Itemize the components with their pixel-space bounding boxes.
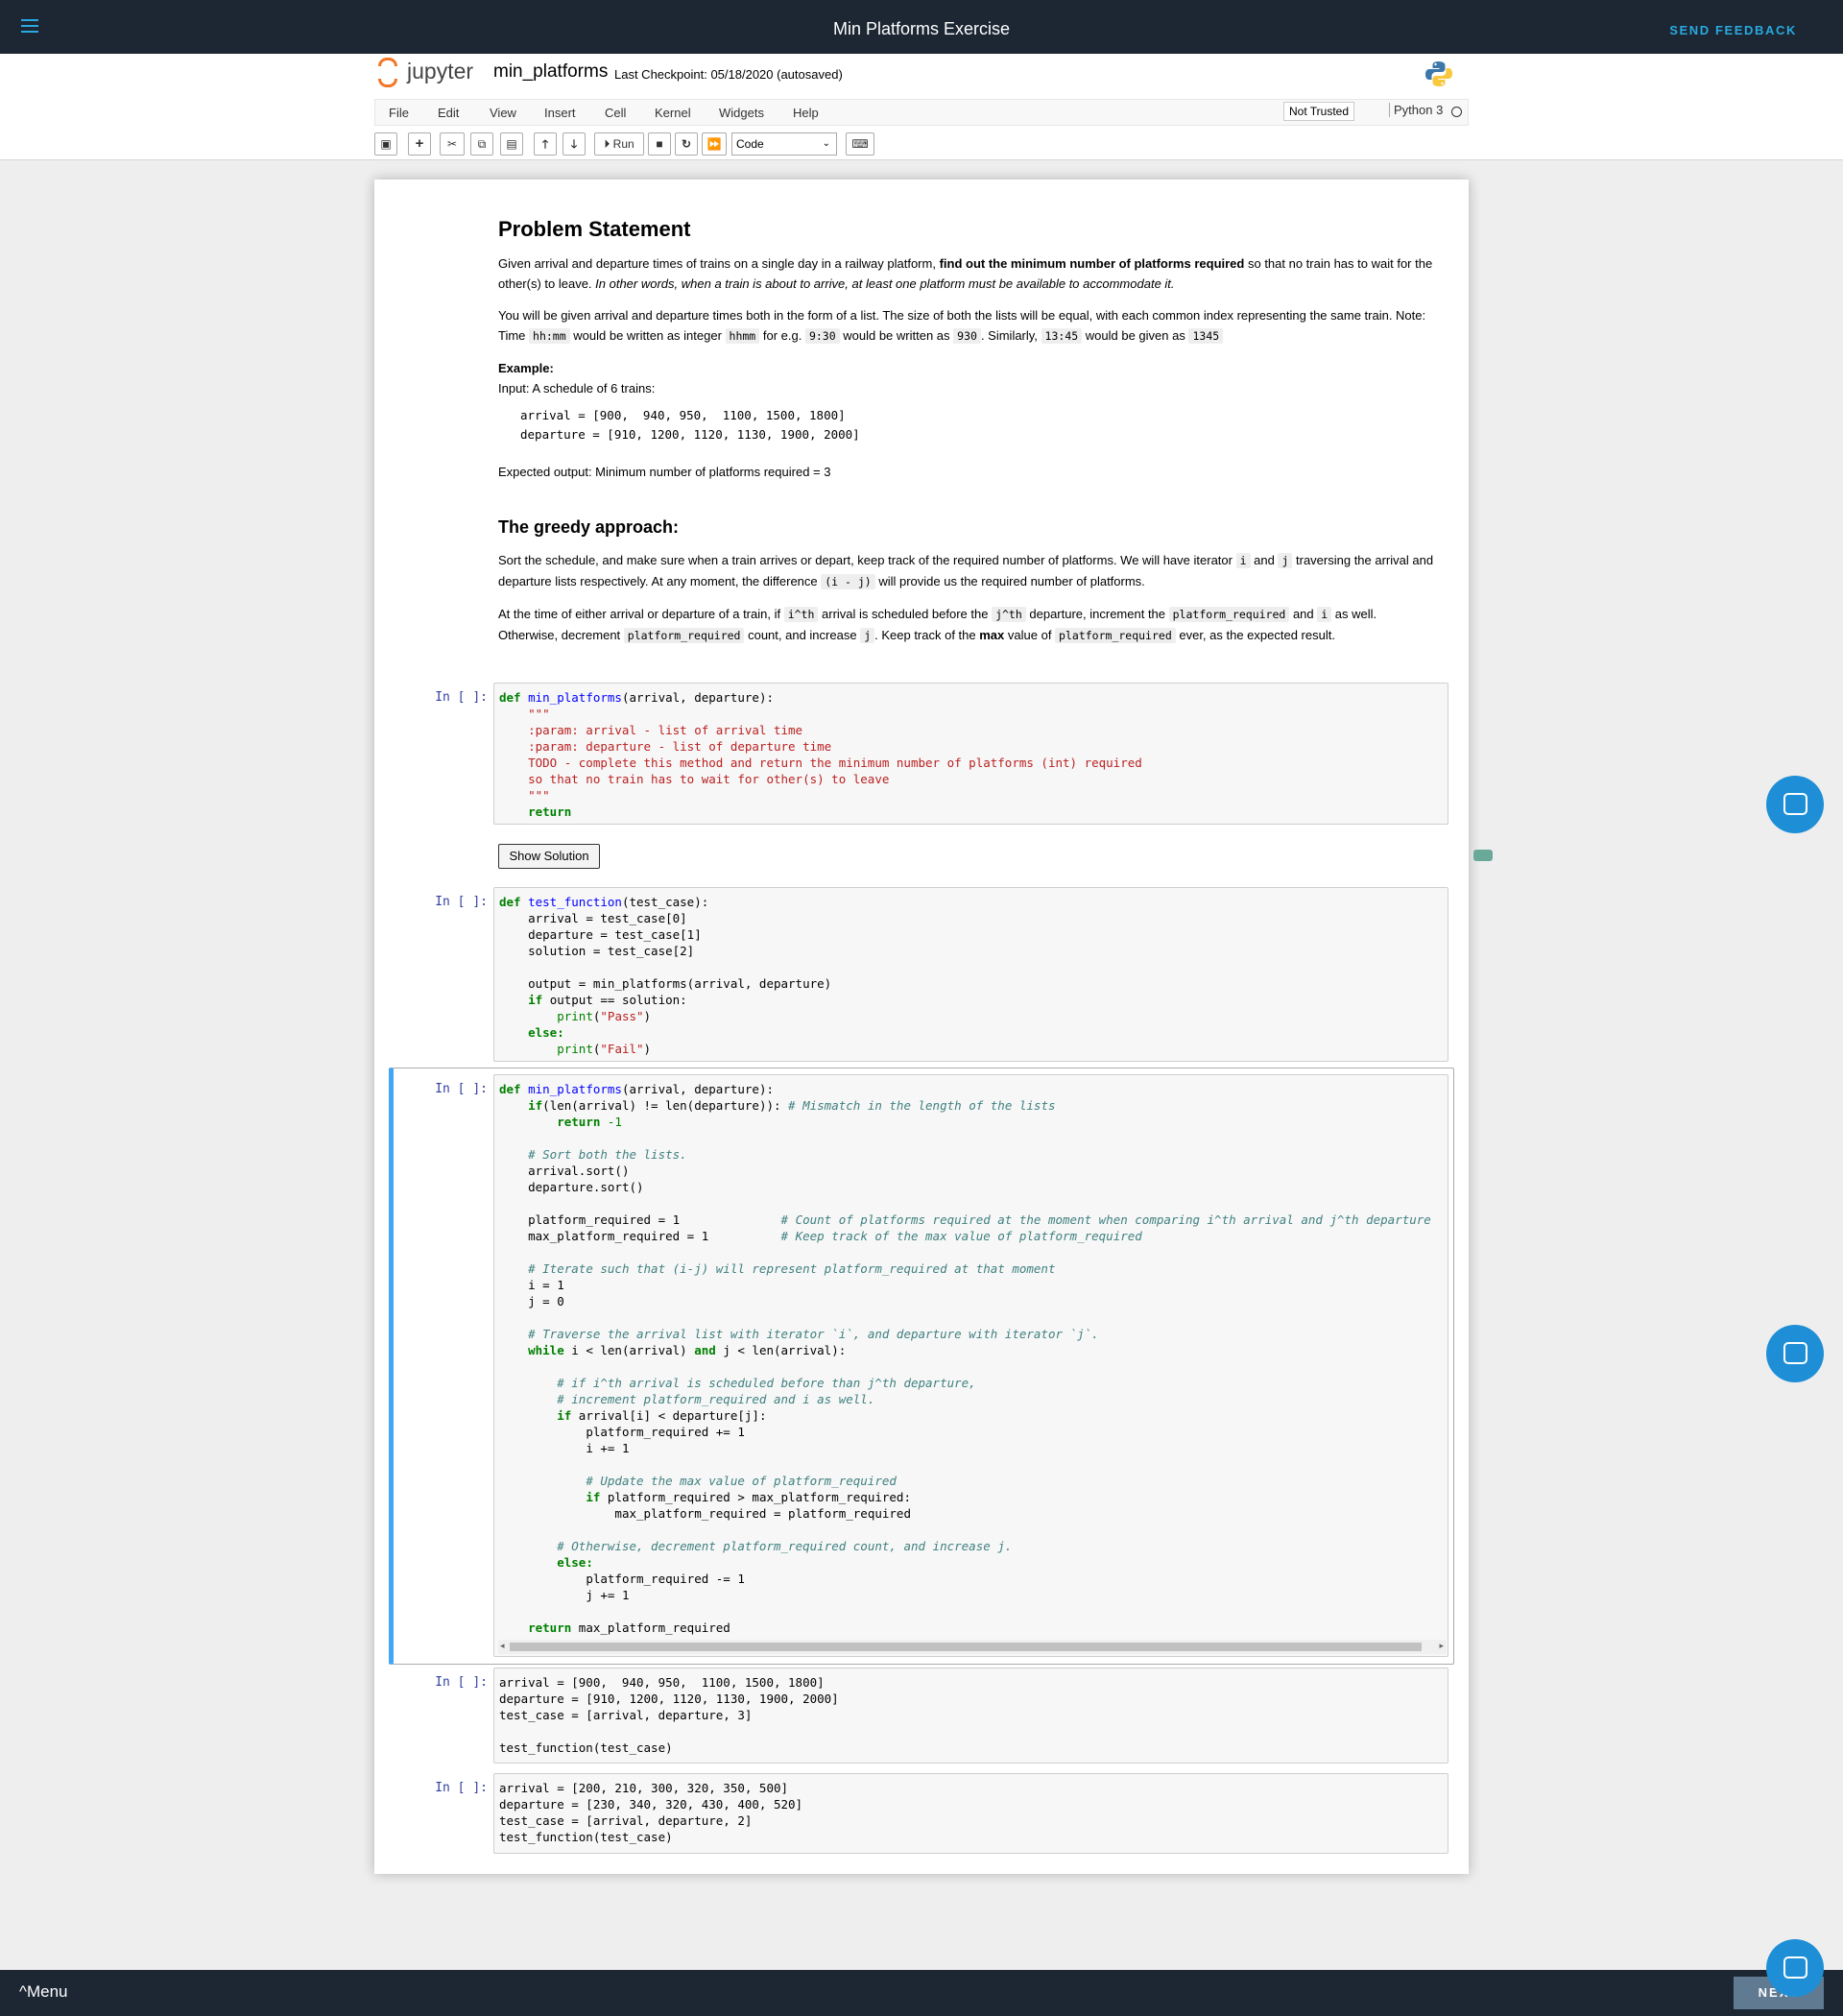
menu-help[interactable]: Help (793, 106, 819, 120)
menu-kernel[interactable]: Kernel (655, 106, 691, 120)
copy-icon: ⧉ (477, 137, 487, 151)
code-editor[interactable]: arrival = [200, 210, 300, 320, 350, 500]… (494, 1774, 1448, 1851)
menu-cell[interactable]: Cell (605, 106, 626, 120)
code-editor[interactable]: def test_function(test_case): arrival = … (494, 888, 1448, 1061)
cut-button[interactable]: ✂ (440, 132, 465, 156)
code-cell-4[interactable]: arrival = [900, 940, 950, 1100, 1500, 18… (493, 1668, 1448, 1764)
chevron-up-icon: ^ (19, 1982, 27, 2001)
stop-icon: ■ (656, 137, 663, 151)
greedy-paragraph-2: At the time of either arrival or departu… (498, 607, 1377, 643)
restart-icon: ↻ (681, 137, 692, 151)
bottom-menu-button[interactable]: ^Menu (19, 1982, 68, 2002)
page-title: Min Platforms Exercise (832, 19, 1011, 38)
show-solution-button[interactable]: Show Solution (498, 844, 600, 869)
greedy-approach-heading: The greedy approach: (498, 517, 680, 537)
scroll-left-icon[interactable]: ◂ (500, 1641, 505, 1651)
restart-button[interactable]: ↻ (675, 132, 698, 156)
code-cell-2[interactable]: def test_function(test_case): arrival = … (493, 887, 1448, 1062)
problem-statement-heading: Problem Statement (498, 217, 691, 241)
chat-bubble-button[interactable] (1766, 1325, 1824, 1382)
code-cell-5[interactable]: arrival = [200, 210, 300, 320, 350, 500]… (493, 1773, 1448, 1854)
scrollbar-thumb[interactable] (510, 1643, 1422, 1651)
cell-type-select[interactable]: Code ⌄ (731, 132, 837, 156)
arrow-up-icon: 🡑 (541, 137, 549, 151)
example-code: arrival = [900, 940, 950, 1100, 1500, 18… (520, 408, 860, 442)
chat-icon (1783, 1956, 1807, 1979)
not-trusted-badge[interactable]: Not Trusted (1283, 102, 1354, 121)
code-editor[interactable]: arrival = [900, 940, 950, 1100, 1500, 18… (494, 1668, 1448, 1762)
paste-button[interactable]: ▤ (500, 132, 523, 156)
paste-icon: ▤ (506, 137, 517, 151)
chat-bubble-button[interactable] (1766, 1939, 1824, 1997)
save-icon: ▣ (380, 137, 392, 151)
move-up-button[interactable]: 🡑 (534, 132, 557, 156)
fast-forward-icon: ⏩ (706, 137, 722, 151)
insert-cell-button[interactable]: + (408, 132, 431, 156)
checkpoint-status: Last Checkpoint: 05/18/2020 (autosaved) (614, 67, 843, 82)
horizontal-scrollbar[interactable]: ◂ ▸ (498, 1640, 1447, 1654)
bottom-bar: ^Menu (0, 1970, 1843, 2016)
menu-file[interactable]: File (389, 106, 409, 120)
code-editor[interactable]: def min_platforms(arrival, departure): "… (494, 684, 1448, 824)
jupyter-logo-text[interactable]: jupyter (407, 59, 473, 84)
chat-icon (1783, 793, 1807, 815)
copy-button[interactable]: ⧉ (470, 132, 493, 156)
python-logo-icon (1425, 61, 1452, 86)
restart-run-all-button[interactable]: ⏩ (702, 132, 727, 156)
cell-prompt: In [ ]: (435, 1781, 488, 1795)
problem-paragraph-1: Given arrival and departure times of tra… (498, 256, 1433, 291)
example-block: Example: Input: A schedule of 6 trains: (498, 361, 656, 396)
menu-widgets[interactable]: Widgets (719, 106, 764, 120)
menu-insert[interactable]: Insert (544, 106, 576, 120)
notebook-name[interactable]: min_platforms (493, 61, 608, 83)
chevron-down-icon: ⌄ (822, 138, 830, 149)
keyboard-icon: ⌨ (851, 137, 869, 151)
top-bar: Min Platforms Exercise SEND FEEDBACK (0, 0, 1843, 54)
expected-output: Expected output: Minimum number of platf… (498, 465, 831, 479)
code-cell-1[interactable]: def min_platforms(arrival, departure): "… (493, 683, 1448, 825)
menu-edit[interactable]: Edit (438, 106, 459, 120)
interrupt-button[interactable]: ■ (648, 132, 671, 156)
kernel-name[interactable]: Python 3 (1389, 103, 1443, 117)
code-editor[interactable]: def min_platforms(arrival, departure): i… (494, 1075, 1448, 1642)
save-button[interactable]: ▣ (374, 132, 397, 156)
greedy-paragraph-1: Sort the schedule, and make sure when a … (498, 553, 1434, 589)
kernel-status-icon (1451, 107, 1462, 117)
side-tab-handle[interactable] (1473, 850, 1493, 861)
arrow-down-icon: 🡓 (570, 137, 578, 151)
cell-prompt: In [ ]: (435, 895, 488, 909)
jupyter-logo-icon[interactable] (376, 58, 403, 88)
chat-bubble-button[interactable] (1766, 776, 1824, 833)
cell-prompt: In [ ]: (435, 1082, 488, 1096)
cell-prompt: In [ ]: (435, 1675, 488, 1690)
code-cell-3[interactable]: def min_platforms(arrival, departure): i… (493, 1074, 1448, 1657)
plus-icon: + (415, 135, 424, 152)
run-button[interactable]: ⏵ Run (594, 132, 644, 156)
menu-view[interactable]: View (490, 106, 516, 120)
scroll-right-icon[interactable]: ▸ (1439, 1641, 1444, 1651)
scissors-icon: ✂ (446, 137, 458, 151)
command-palette-button[interactable]: ⌨ (846, 132, 874, 156)
chat-icon (1783, 1342, 1807, 1364)
problem-paragraph-2: You will be given arrival and departure … (498, 308, 1426, 344)
send-feedback-button[interactable]: SEND FEEDBACK (1669, 23, 1797, 37)
step-forward-icon: ⏵ (604, 137, 610, 151)
move-down-button[interactable]: 🡓 (562, 132, 586, 156)
cell-prompt: In [ ]: (435, 690, 488, 705)
